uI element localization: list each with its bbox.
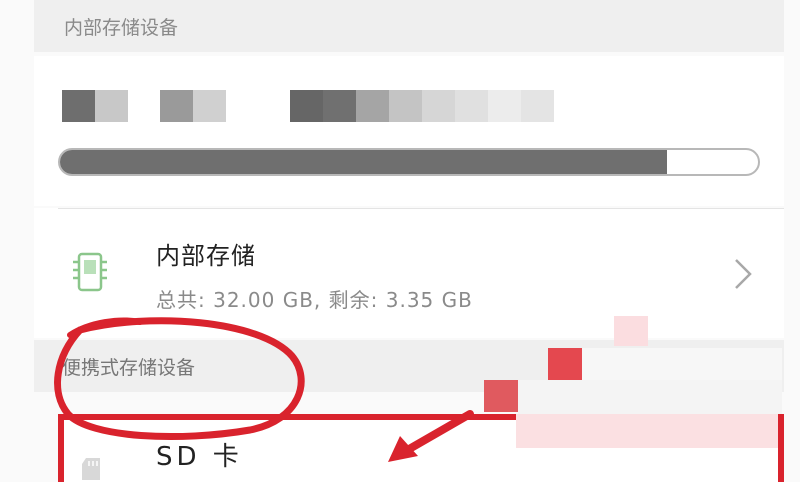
redacted-block bbox=[518, 380, 782, 414]
chevron-right-icon[interactable] bbox=[730, 256, 754, 292]
internal-storage-subtitle: 总共: 32.00 GB, 剩余: 3.35 GB bbox=[156, 288, 473, 312]
storage-usage-bar bbox=[58, 148, 760, 176]
internal-storage-title: 内部存储 bbox=[156, 242, 256, 270]
redacted-block bbox=[62, 90, 128, 122]
portable-storage-header-label: 便携式存储设备 bbox=[62, 356, 196, 379]
storage-usage-fill bbox=[60, 150, 668, 174]
redacted-block bbox=[484, 380, 518, 412]
internal-storage-header-label: 内部存储设备 bbox=[64, 16, 179, 39]
internal-storage-section-header: 内部存储设备 bbox=[34, 0, 784, 52]
storage-summary-card bbox=[34, 56, 784, 206]
redacted-block bbox=[290, 90, 554, 122]
redacted-block bbox=[582, 348, 782, 382]
redacted-block bbox=[614, 316, 648, 346]
storage-settings-page: 内部存储设备 内部存储 总共: 32.00 GB, 剩余: 3.35 GB 便携… bbox=[0, 0, 800, 482]
redacted-block bbox=[160, 90, 226, 122]
redacted-block bbox=[516, 414, 778, 448]
sd-card-title: SD 卡 bbox=[156, 442, 243, 472]
internal-storage-item[interactable] bbox=[34, 208, 784, 338]
chip-icon bbox=[73, 252, 107, 292]
redacted-block bbox=[548, 348, 582, 380]
sd-card-icon bbox=[82, 458, 100, 480]
divider bbox=[58, 208, 784, 209]
